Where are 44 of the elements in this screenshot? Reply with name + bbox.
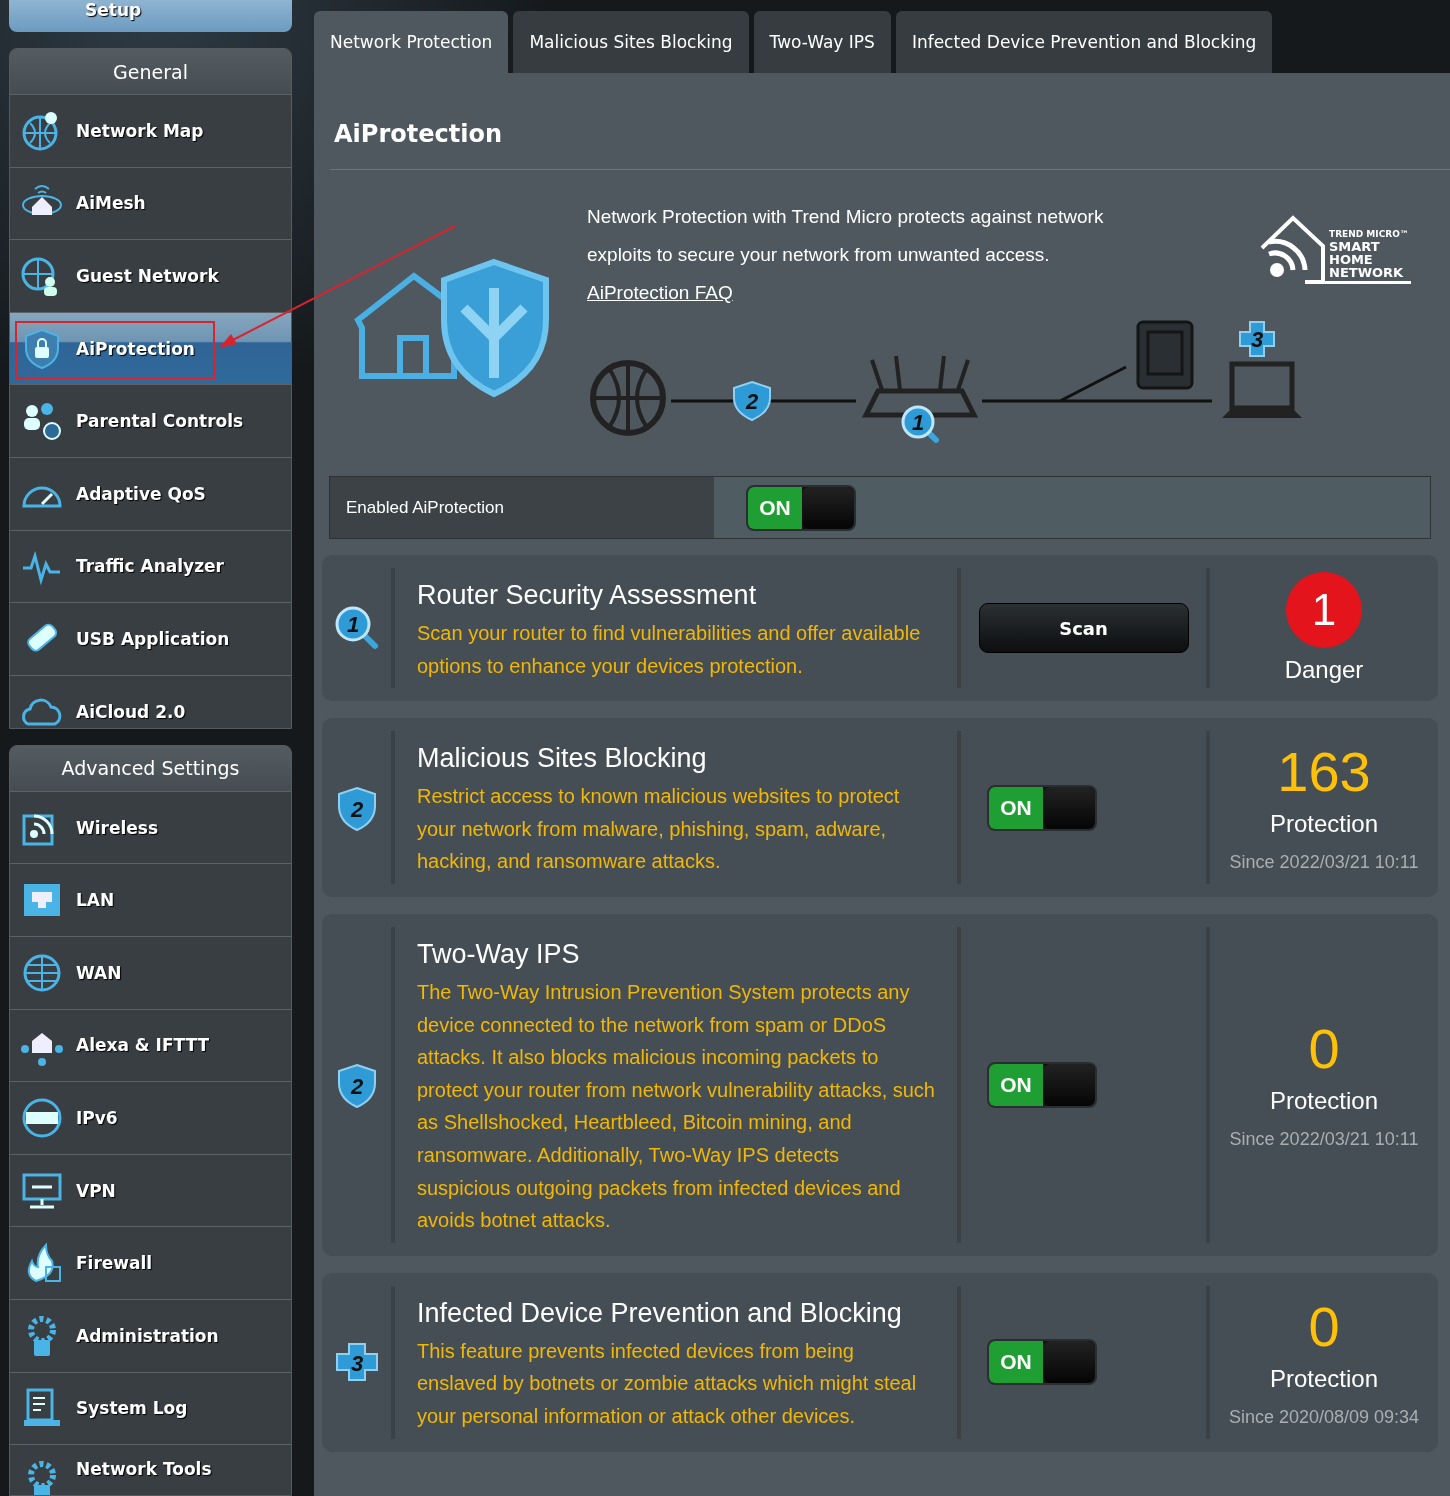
tab[interactable]: Malicious Sites Blocking	[513, 11, 749, 73]
stat-label: Protection	[1269, 1364, 1379, 1393]
globe-icon	[590, 360, 666, 436]
section-header: Advanced Settings	[10, 745, 291, 791]
feature-title: Infected Device Prevention and Blocking	[417, 1297, 903, 1329]
protection-count: 0	[1308, 1019, 1340, 1080]
section-header: General	[10, 49, 291, 95]
feature-title: Malicious Sites Blocking	[417, 743, 708, 775]
danger-count: 1	[1286, 572, 1362, 649]
tab[interactable]: Network Protection	[314, 11, 509, 73]
since-date: Since 2022/03/21 10:11	[1229, 1129, 1419, 1151]
logo-wordmark: TREND MICRO™ SMART HOME NETWORK	[1325, 229, 1411, 284]
feature-description: The Two-Way Intrusion Prevention System protects any device connected to the network from spam or DDoS attacks. It also blocks malicious incoming packets to protect your router from network vulnerability attacks, such as Shellshocked, Heartbleed, Bitcoin mining, and ransomware. Additionally, Two-Way IPS detects suspicious outgoing packets from infected devices and avoids botnet attacks.	[417, 979, 936, 1234]
toggle-switch[interactable]: ON	[987, 1061, 1097, 1108]
toggle-switch[interactable]: ON	[987, 1339, 1097, 1386]
smart-home-logo-icon	[1259, 214, 1325, 284]
toggle-switch[interactable]: ON	[987, 784, 1097, 831]
stat-label: Protection	[1269, 1087, 1379, 1116]
feature-description: This feature prevents infected devices from being enslaved by botnets or zombie attacks which might steal your personal information or attack other devices.	[417, 1338, 918, 1429]
protection-count: 0	[1308, 1296, 1340, 1357]
since-date: Since 2022/03/21 10:11	[1229, 852, 1419, 874]
laptop-icon	[1222, 361, 1302, 418]
tab[interactable]: Infected Device Prevention and Blocking	[895, 11, 1273, 73]
feature-title: Two-Way IPS	[417, 938, 581, 970]
scan-button[interactable]: Scan	[978, 603, 1189, 654]
cross-badge: 3	[1239, 321, 1275, 357]
stat-label: Danger	[1284, 656, 1364, 685]
stat-label: Protection	[1269, 810, 1379, 839]
switch-label: Enabled AiProtection	[330, 477, 714, 538]
sidebar-item[interactable]: Network Tools	[10, 1444, 291, 1495]
toggle-switch[interactable]: ON	[746, 484, 856, 531]
feature-description: Scan your router to find vulnerabilities and offer available options to enhance your devices protection.	[417, 621, 922, 679]
intro-text: Network Protection with Trend Micro protects against network exploits to secure your network from unwanted access.	[587, 206, 1104, 265]
tablet-icon	[1136, 320, 1194, 390]
since-date: Since 2020/08/09 09:34	[1228, 1406, 1420, 1428]
feature-title: Router Security Assessment	[417, 580, 758, 611]
sidebar-item[interactable]: AiCloud 2.0	[10, 674, 291, 728]
page-title: AiProtection	[333, 119, 503, 150]
protection-count: 163	[1277, 742, 1371, 803]
faq-link[interactable]: AiProtection FAQ	[587, 282, 733, 303]
shield-badge: 2	[733, 381, 771, 421]
sidebar-item[interactable]: AiProtection	[10, 311, 291, 385]
feature-description: Restrict access to known malicious websites to protect your network from malware, phishing, spam, adware, hacking, and ransomware attacks.	[417, 784, 901, 875]
tab[interactable]: Two-Way IPS	[753, 11, 891, 73]
